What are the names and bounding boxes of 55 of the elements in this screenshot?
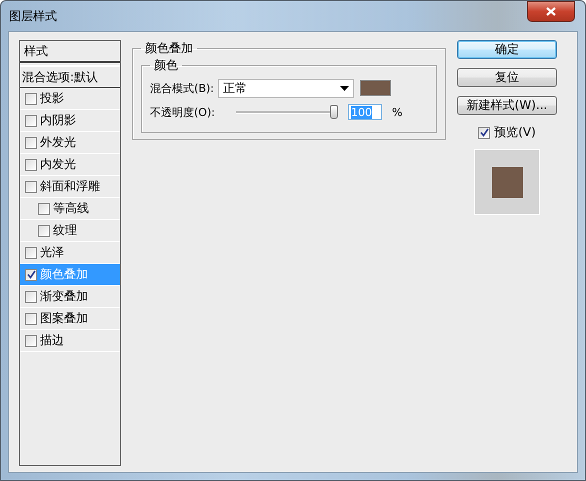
style-list-item[interactable]: 斜面和浮雕 bbox=[20, 176, 120, 198]
style-label: 投影 bbox=[40, 90, 64, 107]
style-list-item[interactable]: 等高线 bbox=[20, 198, 120, 220]
style-label: 等高线 bbox=[53, 200, 89, 217]
blend-options-item[interactable]: 混合选项:默认 bbox=[20, 65, 120, 88]
blend-mode-label: 混合模式(B): bbox=[150, 80, 214, 96]
checkbox[interactable] bbox=[25, 290, 37, 302]
slider-thumb[interactable] bbox=[330, 105, 338, 119]
style-label: 光泽 bbox=[40, 244, 64, 261]
group-title: 颜色 bbox=[153, 57, 179, 74]
style-list-item[interactable]: 外发光 bbox=[20, 132, 120, 154]
checkbox[interactable] bbox=[25, 334, 37, 346]
checkbox[interactable] bbox=[25, 312, 37, 324]
style-label: 内发光 bbox=[40, 156, 76, 173]
checkbox[interactable] bbox=[25, 136, 37, 148]
section-title: 颜色叠加 bbox=[144, 40, 194, 57]
checkbox[interactable] bbox=[478, 126, 490, 138]
dialog-button[interactable]: 复位 bbox=[457, 68, 557, 87]
percent-label: % bbox=[392, 106, 402, 118]
style-list-item[interactable]: 内阴影 bbox=[20, 110, 120, 132]
style-label: 斜面和浮雕 bbox=[40, 178, 100, 195]
style-label: 纹理 bbox=[53, 222, 77, 239]
dialog-button[interactable]: 新建样式(W)... bbox=[457, 96, 557, 115]
style-list-item[interactable]: 渐变叠加 bbox=[20, 286, 120, 308]
style-list-item[interactable]: 描边 bbox=[20, 330, 120, 352]
style-label: 渐变叠加 bbox=[40, 288, 88, 305]
style-list-item[interactable]: 纹理 bbox=[20, 220, 120, 242]
blend-mode-dropdown[interactable]: 正常 bbox=[218, 78, 354, 98]
style-list-item[interactable]: 内发光 bbox=[20, 154, 120, 176]
preview-swatch bbox=[492, 166, 522, 198]
checkbox[interactable] bbox=[25, 158, 37, 170]
checkbox[interactable] bbox=[38, 224, 50, 236]
opacity-label: 不透明度(O): bbox=[150, 104, 214, 120]
style-list-item[interactable]: 图案叠加 bbox=[20, 308, 120, 330]
style-label: 颜色叠加 bbox=[40, 266, 88, 283]
opacity-slider[interactable] bbox=[234, 105, 338, 119]
window-title: 图层样式 bbox=[9, 8, 57, 24]
close-button[interactable] bbox=[527, 0, 575, 22]
style-label: 图案叠加 bbox=[40, 310, 88, 327]
dropdown-arrow-icon bbox=[340, 86, 349, 90]
preview-label: 预览(V) bbox=[494, 124, 536, 141]
checkbox[interactable] bbox=[25, 268, 37, 280]
style-label: 外发光 bbox=[40, 134, 76, 151]
checkbox[interactable] bbox=[25, 114, 37, 126]
color-swatch[interactable] bbox=[360, 80, 391, 96]
style-label: 描边 bbox=[40, 332, 64, 349]
style-list-item[interactable]: 投影 bbox=[20, 88, 120, 110]
dialog-button[interactable]: 确定 bbox=[457, 40, 557, 59]
close-icon bbox=[546, 6, 556, 16]
checkbox[interactable] bbox=[25, 180, 37, 192]
checkbox[interactable] bbox=[25, 92, 37, 104]
styles-header: 样式 bbox=[20, 41, 120, 63]
checkbox[interactable] bbox=[38, 202, 50, 214]
style-label: 内阴影 bbox=[40, 112, 76, 129]
checkbox[interactable] bbox=[25, 246, 37, 258]
